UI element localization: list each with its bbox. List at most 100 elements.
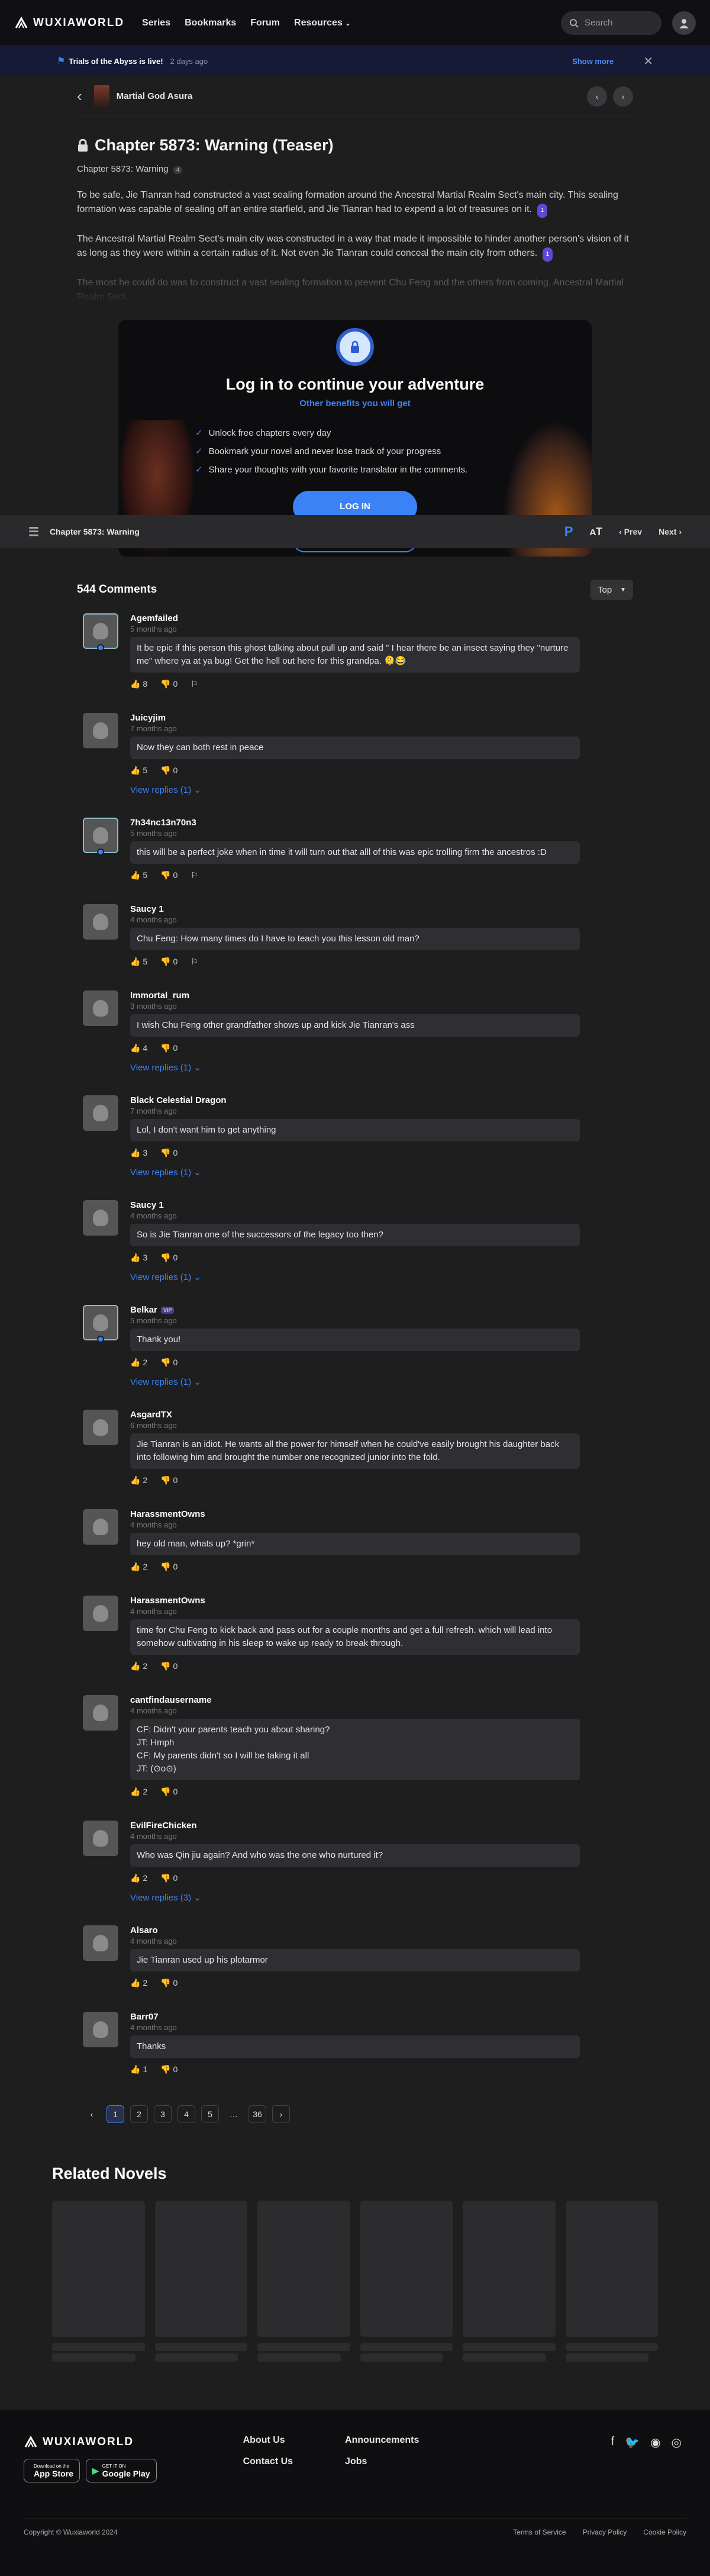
comment-username[interactable]: AsgardTX: [130, 1410, 633, 1420]
view-replies-button[interactable]: View replies (1) ⌄: [130, 1272, 633, 1282]
comment-username[interactable]: Immortal_rum: [130, 990, 633, 1001]
font-settings-icon[interactable]: ᴀT: [590, 526, 603, 538]
like-button[interactable]: 👍 2: [130, 1475, 147, 1485]
comment-avatar[interactable]: [83, 1410, 118, 1445]
show-more-button[interactable]: Show more: [572, 57, 614, 66]
nav-series[interactable]: Series: [142, 18, 170, 28]
dislike-button[interactable]: 👎 0: [160, 1873, 178, 1883]
comment-avatar[interactable]: [83, 1695, 118, 1731]
dislike-button[interactable]: 👎 0: [160, 1787, 178, 1797]
like-button[interactable]: 👍 2: [130, 1787, 147, 1797]
footer-logo[interactable]: WUXIAWORLD: [24, 2435, 157, 2449]
dislike-button[interactable]: 👎 0: [160, 1253, 178, 1263]
like-button[interactable]: 👍 3: [130, 1253, 147, 1263]
comment-username[interactable]: Juicyjim: [130, 713, 633, 723]
comment-avatar[interactable]: [83, 1925, 118, 1961]
dislike-button[interactable]: 👎 0: [160, 679, 178, 689]
page-button[interactable]: 3: [154, 2105, 172, 2123]
comment-username[interactable]: EvilFireChicken: [130, 1821, 633, 1831]
next-button[interactable]: Next ›: [659, 527, 682, 536]
comment-avatar[interactable]: [83, 2012, 118, 2047]
comment-avatar[interactable]: [83, 1200, 118, 1236]
page-next-icon[interactable]: ›: [272, 2105, 290, 2123]
comment-username[interactable]: HarassmentOwns: [130, 1596, 633, 1606]
page-button[interactable]: 4: [178, 2105, 195, 2123]
related-card-placeholder[interactable]: [565, 2201, 658, 2362]
flag-report-icon[interactable]: ⚐: [191, 957, 198, 967]
app-store-badge[interactable]: Download on the App Store: [24, 2459, 80, 2482]
comment-username[interactable]: Belkar VIP: [130, 1305, 633, 1315]
comment-username[interactable]: cantfindausername: [130, 1695, 633, 1705]
view-replies-button[interactable]: View replies (1) ⌄: [130, 1167, 633, 1178]
like-button[interactable]: 👍 4: [130, 1043, 147, 1053]
next-chapter-icon[interactable]: ›: [613, 86, 633, 107]
nav-forum[interactable]: Forum: [250, 18, 280, 28]
dislike-button[interactable]: 👎 0: [160, 2064, 178, 2075]
cookie-link[interactable]: Cookie Policy: [643, 2528, 686, 2536]
like-button[interactable]: 👍 5: [130, 870, 147, 880]
comment-avatar[interactable]: [83, 990, 118, 1026]
comment-avatar[interactable]: [83, 1821, 118, 1856]
comment-avatar[interactable]: [83, 1305, 118, 1340]
nav-resources[interactable]: Resources ⌄: [294, 18, 351, 28]
comment-username[interactable]: Saucy 1: [130, 1200, 633, 1210]
view-replies-button[interactable]: View replies (1) ⌄: [130, 1377, 633, 1387]
dislike-button[interactable]: 👎 0: [160, 957, 178, 967]
spotify-icon[interactable]: ◎: [672, 2435, 682, 2450]
paragraph-comment-badge[interactable]: 1: [537, 204, 548, 218]
page-button[interactable]: 1: [106, 2105, 124, 2123]
prev-chapter-icon[interactable]: ‹: [587, 86, 607, 107]
like-button[interactable]: 👍 2: [130, 1562, 147, 1572]
like-button[interactable]: 👍 1: [130, 2064, 147, 2075]
comment-count-badge[interactable]: 4: [173, 166, 183, 174]
sort-dropdown[interactable]: Top ▼: [590, 580, 633, 600]
page-button[interactable]: 2: [130, 2105, 148, 2123]
related-card-placeholder[interactable]: [154, 2201, 247, 2362]
nav-bookmarks[interactable]: Bookmarks: [185, 18, 236, 28]
comment-avatar[interactable]: [83, 1596, 118, 1631]
facebook-icon[interactable]: f: [611, 2435, 615, 2450]
patreon-icon[interactable]: P: [564, 524, 573, 539]
view-replies-button[interactable]: View replies (1) ⌄: [130, 1062, 633, 1073]
comment-avatar[interactable]: [83, 1095, 118, 1131]
back-arrow-icon[interactable]: ‹: [77, 87, 82, 105]
comment-username[interactable]: Black Celestial Dragon: [130, 1095, 633, 1105]
page-prev-icon[interactable]: ‹: [83, 2105, 101, 2123]
related-card-placeholder[interactable]: [360, 2201, 453, 2362]
comment-avatar[interactable]: [83, 904, 118, 940]
dislike-button[interactable]: 👎 0: [160, 1148, 178, 1158]
search-input[interactable]: Search: [561, 11, 661, 35]
comment-username[interactable]: Alsaro: [130, 1925, 633, 1935]
comment-avatar[interactable]: [83, 713, 118, 748]
like-button[interactable]: 👍 8: [130, 679, 147, 689]
footer-link[interactable]: Contact Us: [243, 2456, 293, 2467]
prev-button[interactable]: ‹ Prev: [619, 527, 642, 536]
like-button[interactable]: 👍 2: [130, 1661, 147, 1671]
related-card-placeholder[interactable]: [52, 2201, 145, 2362]
comment-username[interactable]: Agemfailed: [130, 613, 633, 623]
like-button[interactable]: 👍 3: [130, 1148, 147, 1158]
like-button[interactable]: 👍 2: [130, 1358, 147, 1368]
flag-report-icon[interactable]: ⚐: [191, 870, 198, 880]
dislike-button[interactable]: 👎 0: [160, 1661, 178, 1671]
dislike-button[interactable]: 👎 0: [160, 1475, 178, 1485]
dislike-button[interactable]: 👎 0: [160, 1562, 178, 1572]
footer-link[interactable]: Announcements: [345, 2435, 419, 2446]
related-card-placeholder[interactable]: [257, 2201, 350, 2362]
google-play-badge[interactable]: ▶ GET IT ON Google Play: [85, 2459, 157, 2482]
page-button[interactable]: 5: [201, 2105, 219, 2123]
novel-title[interactable]: Martial God Asura: [117, 91, 193, 101]
dislike-button[interactable]: 👎 0: [160, 766, 178, 776]
privacy-link[interactable]: Privacy Policy: [583, 2528, 627, 2536]
close-icon[interactable]: ✕: [643, 54, 653, 69]
paragraph-comment-badge[interactable]: 1: [542, 247, 553, 262]
comment-username[interactable]: 7h34nc13n70n3: [130, 818, 633, 828]
dislike-button[interactable]: 👎 0: [160, 870, 178, 880]
footer-link[interactable]: Jobs: [345, 2456, 419, 2467]
related-card-placeholder[interactable]: [463, 2201, 556, 2362]
user-avatar[interactable]: [672, 11, 696, 35]
footer-link[interactable]: About Us: [243, 2435, 293, 2446]
wuxiaworld-logo[interactable]: WUXIAWORLD: [14, 16, 124, 30]
twitter-icon[interactable]: 🐦: [625, 2435, 640, 2450]
view-replies-button[interactable]: View replies (3) ⌄: [130, 1892, 633, 1903]
